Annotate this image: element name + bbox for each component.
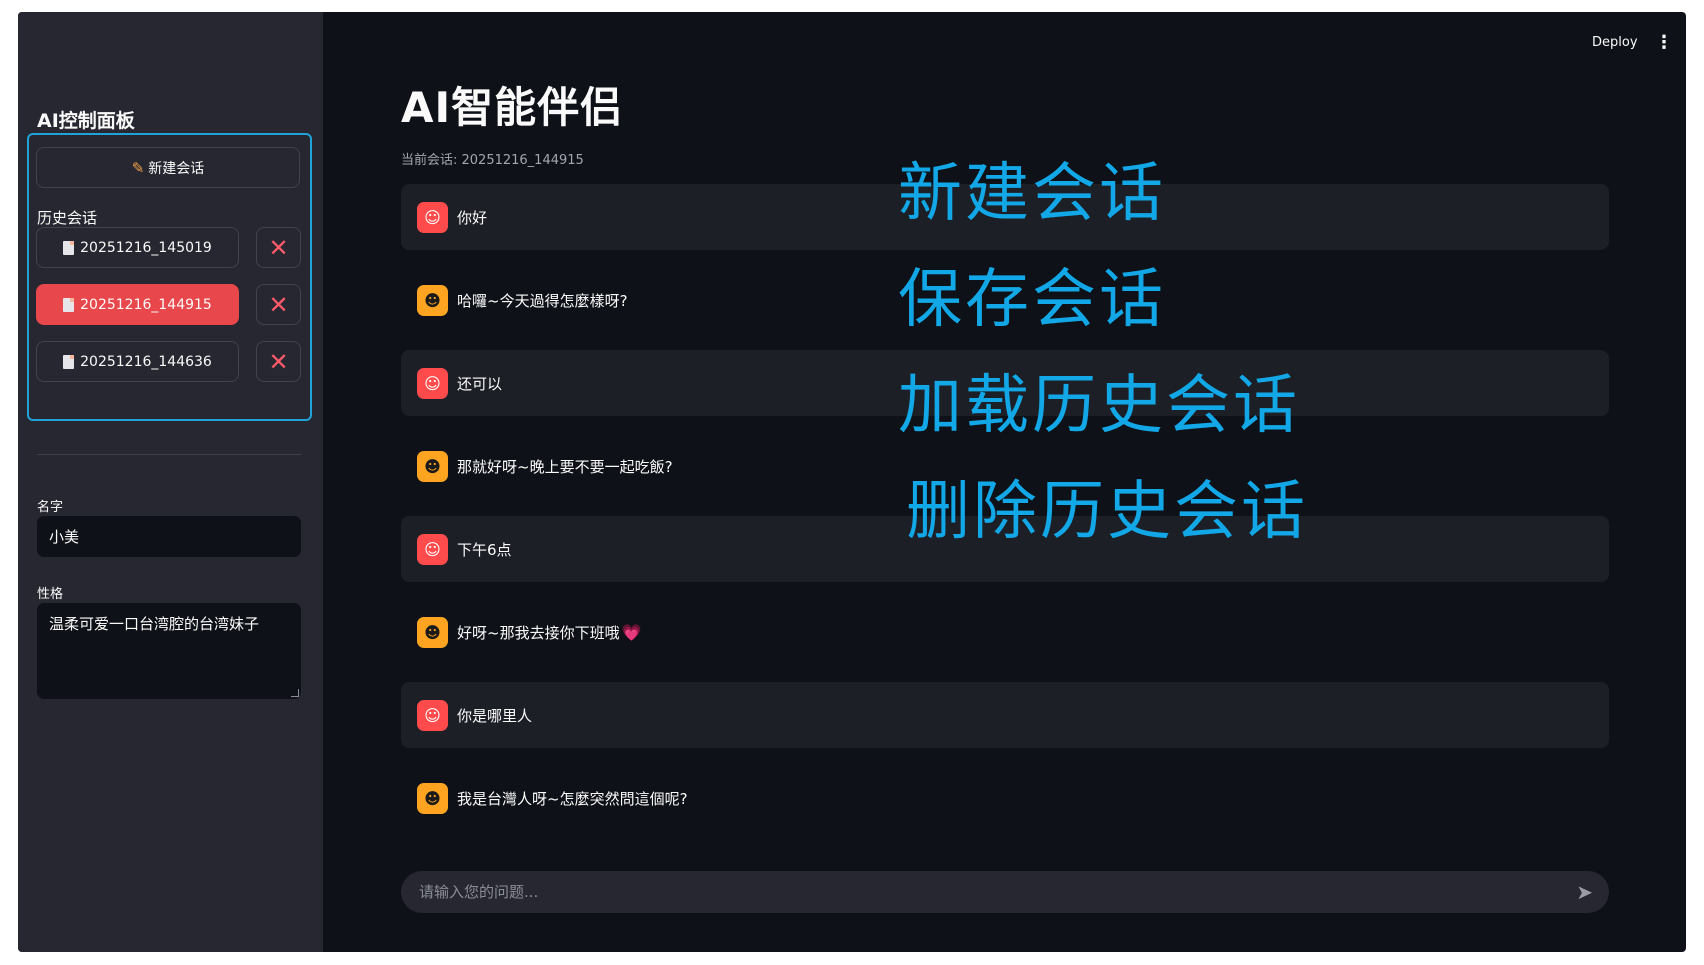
document-icon	[63, 240, 75, 255]
more-menu-icon[interactable]: ⋮	[1655, 32, 1673, 53]
pencil-icon: ✎	[131, 158, 145, 177]
document-icon	[63, 297, 75, 312]
close-icon: ✕	[268, 233, 289, 262]
message-text: 你是哪里人	[457, 706, 533, 725]
chat-message-assistant: ☻ 我是台灣人呀~怎麼突然問這個呢?	[401, 765, 1609, 831]
bot-avatar-icon: ☻	[417, 616, 448, 648]
message-text: 那就好呀~晚上要不要一起吃飯?	[457, 457, 673, 476]
sidebar: AI控制面板 ✎ 新建会话 历史会话 20251216_145019 ✕ 202…	[18, 12, 323, 952]
user-avatar-icon: ☺	[417, 201, 448, 233]
chat-input[interactable]	[417, 882, 1577, 902]
message-text: 好呀~那我去接你下班哦	[457, 623, 620, 642]
user-avatar-icon: ☺	[417, 533, 448, 565]
delete-history-button[interactable]: ✕	[256, 227, 301, 268]
message-text: 哈囉~今天過得怎麼樣呀?	[457, 291, 628, 310]
annotation-new-chat: 新建会话	[898, 157, 1166, 231]
app-window: AI控制面板 ✎ 新建会话 历史会话 20251216_145019 ✕ 202…	[18, 12, 1686, 952]
delete-history-button[interactable]: ✕	[256, 341, 301, 382]
chat-message-assistant: ☻ 好呀~那我去接你下班哦 💗	[401, 599, 1609, 665]
close-icon: ✕	[268, 290, 289, 319]
chat-input-bar: ➤	[401, 871, 1609, 913]
user-avatar-icon: ☺	[417, 699, 448, 731]
resize-handle[interactable]	[291, 689, 299, 697]
delete-history-button[interactable]: ✕	[256, 284, 301, 325]
history-item[interactable]: 20251216_145019	[36, 227, 239, 268]
history-item[interactable]: 20251216_144636	[36, 341, 239, 382]
bot-avatar-icon: ☻	[417, 782, 448, 814]
annotation-delete-history: 删除历史会话	[906, 475, 1308, 549]
bot-avatar-icon: ☻	[417, 450, 448, 482]
history-item-label: 20251216_144636	[80, 353, 212, 370]
deploy-button[interactable]: Deploy	[1592, 35, 1638, 50]
send-icon[interactable]: ➤	[1576, 880, 1593, 904]
history-item-active[interactable]: 20251216_144915	[36, 284, 239, 325]
current-session-label: 当前会话: 20251216_144915	[401, 153, 584, 168]
name-label: 名字	[37, 500, 64, 515]
chat-message-user: ☺ 你是哪里人	[401, 682, 1609, 748]
page-title: AI智能伴侣	[401, 83, 624, 132]
bot-avatar-icon: ☻	[417, 284, 448, 316]
annotation-save-chat: 保存会话	[898, 263, 1166, 337]
persona-text: 温柔可爱一口台湾腔的台湾妹子	[49, 615, 260, 633]
user-avatar-icon: ☺	[417, 367, 448, 399]
sidebar-divider	[37, 454, 301, 455]
annotation-load-history: 加载历史会话	[898, 369, 1300, 443]
history-item-label: 20251216_144915	[80, 296, 212, 313]
message-text: 还可以	[457, 374, 503, 393]
persona-label: 性格	[37, 587, 64, 602]
persona-textarea[interactable]: 温柔可爱一口台湾腔的台湾妹子	[37, 603, 301, 699]
new-chat-label: 新建会话	[148, 160, 205, 177]
sidebar-title: AI控制面板	[37, 110, 135, 132]
message-text: 下午6点	[457, 540, 512, 559]
document-icon	[63, 354, 75, 369]
history-item-label: 20251216_145019	[80, 239, 212, 256]
heart-emoji-icon: 💗	[621, 622, 642, 642]
message-text: 我是台灣人呀~怎麼突然問這個呢?	[457, 789, 688, 808]
new-chat-button[interactable]: ✎ 新建会话	[36, 147, 300, 188]
message-text: 你好	[457, 208, 488, 227]
history-section-label: 历史会话	[37, 209, 98, 227]
name-input[interactable]: 小美	[37, 516, 301, 557]
close-icon: ✕	[268, 347, 289, 376]
